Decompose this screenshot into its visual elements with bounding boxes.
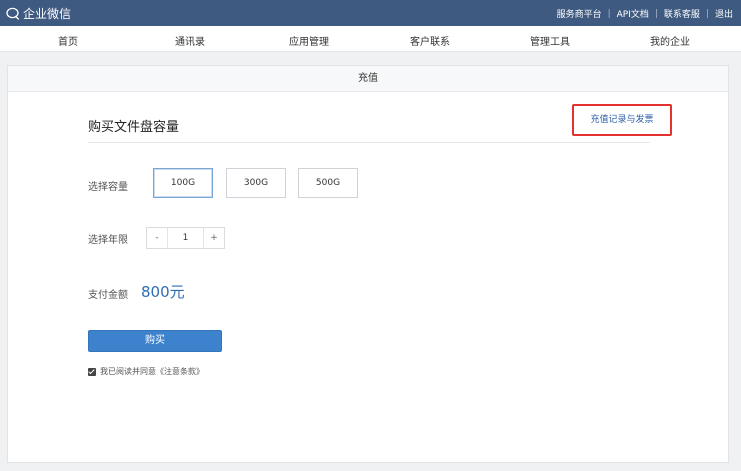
logout-link[interactable]: 退出 [715, 7, 733, 20]
divider [88, 142, 650, 143]
increment-button[interactable]: + [204, 228, 224, 248]
amount-value: 800元 [141, 283, 185, 301]
top-links: 服务商平台 | API文档 | 联系客服 | 退出 [557, 7, 733, 21]
separator: | [705, 8, 709, 19]
years-label: 选择年限 [88, 235, 128, 246]
provider-platform-link[interactable]: 服务商平台 [557, 7, 602, 20]
contact-support-link[interactable]: 联系客服 [664, 7, 700, 20]
capacity-option-100g[interactable]: 100G [153, 168, 213, 198]
page-title: 购买文件盘容量 [88, 120, 180, 135]
nav-item-apps[interactable]: 应用管理 [289, 33, 329, 48]
brand-logo[interactable]: 企业微信 [6, 5, 71, 22]
separator: | [607, 8, 611, 19]
agreement-text[interactable]: 我已阅读并同意《注意条款》 [100, 366, 204, 377]
nav-item-customers[interactable]: 客户联系 [410, 33, 450, 48]
nav-item-home[interactable]: 首页 [58, 33, 78, 48]
brand-name: 企业微信 [23, 7, 72, 21]
agree-checkbox[interactable] [88, 367, 96, 376]
chat-bubble-icon [6, 7, 20, 20]
years-value[interactable]: 1 [167, 228, 204, 248]
top-bar: 企业微信 服务商平台 | API文档 | 联系客服 | 退出 [0, 0, 741, 26]
capacity-option-500g[interactable]: 500G [298, 168, 358, 198]
buy-button[interactable]: 购买 [88, 330, 222, 352]
years-stepper: - 1 + [146, 227, 225, 249]
recharge-panel: 充值 购买文件盘容量 充值记录与发票 选择容量 100G 300G 500G 选… [7, 65, 729, 463]
amount-label: 支付金额 [88, 290, 128, 301]
capacity-label: 选择容量 [88, 182, 128, 193]
capacity-option-300g[interactable]: 300G [226, 168, 286, 198]
separator: | [654, 8, 658, 19]
agreement-row: 我已阅读并同意《注意条款》 [88, 366, 204, 377]
main-nav: 首页 通讯录 应用管理 客户联系 管理工具 我的企业 [0, 26, 741, 52]
nav-item-tools[interactable]: 管理工具 [530, 33, 570, 48]
decrement-button[interactable]: - [147, 228, 167, 248]
recharge-records-link[interactable]: 充值记录与发票 [572, 104, 672, 136]
nav-item-my-company[interactable]: 我的企业 [650, 33, 690, 48]
api-docs-link[interactable]: API文档 [617, 7, 649, 20]
panel-header: 充值 [8, 66, 728, 92]
nav-item-contacts[interactable]: 通讯录 [175, 33, 205, 48]
